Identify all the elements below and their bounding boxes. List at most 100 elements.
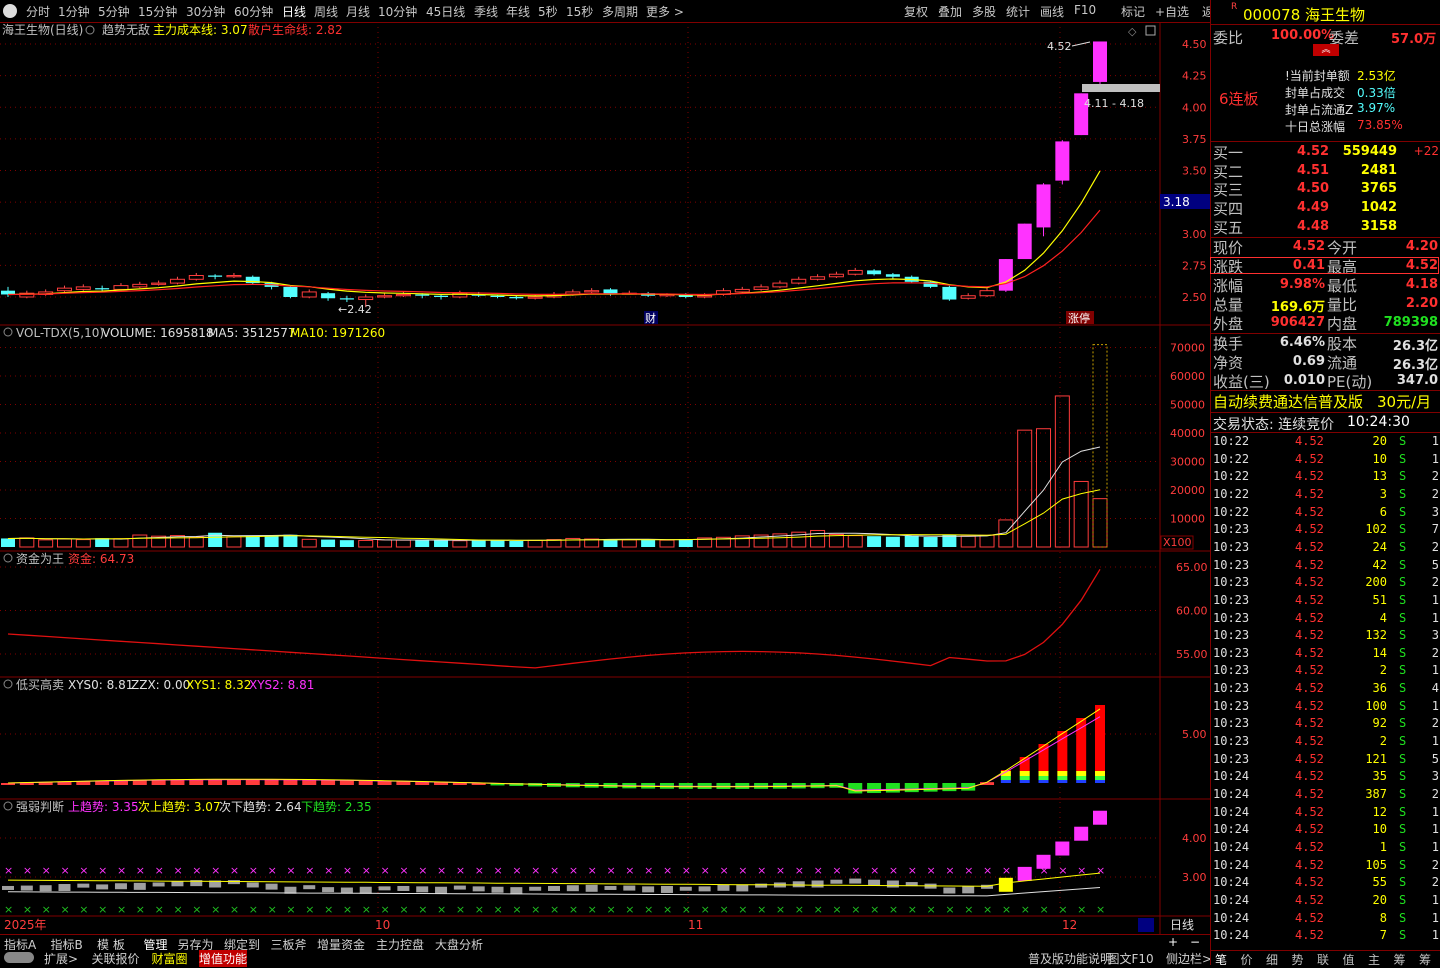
candle bbox=[395, 293, 411, 297]
tick-count: 1 bbox=[1431, 610, 1439, 625]
price-tick: 2.75 bbox=[1182, 259, 1207, 272]
qr-x-mark: × bbox=[268, 903, 277, 916]
tick-count: 2 bbox=[1431, 645, 1439, 660]
dm-dot-icon[interactable] bbox=[3, 679, 13, 689]
panel-toggle-icon[interactable] bbox=[1145, 25, 1156, 36]
tool-button[interactable]: 标记 bbox=[1121, 3, 1145, 20]
vol-dot-icon[interactable] bbox=[3, 327, 13, 337]
collapse-icon[interactable]: ︽ bbox=[1313, 44, 1339, 56]
side-tab[interactable]: 价 bbox=[1241, 951, 1253, 968]
period-tab[interactable]: 15秒 bbox=[566, 3, 593, 20]
qr-x-mark: × bbox=[531, 864, 540, 877]
period-tab[interactable]: 更多 > bbox=[646, 3, 684, 20]
divider bbox=[1211, 24, 1440, 25]
promo-row[interactable]: 自动续费通达信普及版 30元/月 bbox=[1211, 392, 1440, 411]
qr-block bbox=[698, 886, 711, 892]
period-tab[interactable]: 5秒 bbox=[538, 3, 558, 20]
vol-bar bbox=[415, 539, 430, 547]
limit-up-marker[interactable]: 涨停 bbox=[1068, 311, 1090, 325]
extension-tab[interactable]: 扩展> bbox=[44, 950, 78, 967]
extension-tab[interactable]: 增值功能 bbox=[199, 950, 248, 967]
qr-x-mark: × bbox=[945, 903, 954, 916]
tick-row: 10:24 4.52 105 S 2 bbox=[1211, 857, 1440, 875]
period-tab[interactable]: 15分钟 bbox=[138, 3, 177, 20]
tick-row: 10:23 4.52 100 S 1 bbox=[1211, 698, 1440, 716]
side-tab[interactable]: 笔 bbox=[1215, 951, 1227, 968]
candle bbox=[791, 278, 807, 284]
scroll-handle[interactable] bbox=[1138, 918, 1154, 932]
extension-tab[interactable]: 财富圈 bbox=[152, 950, 188, 967]
qr-x-mark: × bbox=[42, 864, 51, 877]
indicator-dot-icon[interactable] bbox=[85, 25, 95, 35]
period-tab[interactable]: 月线 bbox=[346, 3, 370, 20]
bid-row: 买三 4.50 3765 bbox=[1211, 180, 1440, 199]
qr-x-mark: × bbox=[569, 903, 578, 916]
qr-block bbox=[20, 885, 33, 891]
side-tab[interactable]: 值 bbox=[1343, 951, 1355, 968]
qr-x-mark: × bbox=[738, 864, 747, 877]
tick-count: 1 bbox=[1431, 592, 1439, 607]
period-tab[interactable]: 日线 bbox=[282, 3, 306, 20]
qr-x-mark: × bbox=[795, 864, 804, 877]
period-tab[interactable]: 周线 bbox=[314, 3, 338, 20]
footer-link[interactable]: 普及版功能说明 bbox=[1028, 950, 1112, 967]
period-tab[interactable]: 年线 bbox=[506, 3, 530, 20]
dm-title: 低买高卖 bbox=[16, 677, 64, 692]
period-tab[interactable]: 60分钟 bbox=[234, 3, 273, 20]
dm-bar-seg bbox=[1019, 776, 1030, 780]
period-tab[interactable]: 30分钟 bbox=[186, 3, 225, 20]
tool-button[interactable]: 叠加 bbox=[938, 3, 962, 20]
finance-marker[interactable]: 财 bbox=[645, 311, 656, 325]
qr-x-mark: × bbox=[550, 903, 559, 916]
dm-bar-seg bbox=[1057, 780, 1068, 783]
qr-x-mark: × bbox=[1002, 903, 1011, 916]
app-menu-icon[interactable] bbox=[3, 4, 17, 18]
period-tab[interactable]: 5分钟 bbox=[98, 3, 130, 20]
period-tab[interactable]: 1分钟 bbox=[58, 3, 90, 20]
qr-x-mark: × bbox=[757, 864, 766, 877]
candle bbox=[301, 291, 317, 298]
tick-count: 3 bbox=[1431, 628, 1439, 643]
side-tab[interactable]: 筹 bbox=[1394, 951, 1406, 968]
diamond-icon[interactable]: ◇ bbox=[1128, 25, 1137, 38]
side-tab[interactable]: 细 bbox=[1266, 951, 1278, 968]
vol-bar bbox=[904, 535, 919, 547]
tick-count: 1 bbox=[1431, 892, 1439, 907]
price-tick: 3.75 bbox=[1182, 133, 1207, 146]
qr-x-mark: × bbox=[795, 903, 804, 916]
tick-row: 10:23 4.52 2 S 1 bbox=[1211, 733, 1440, 751]
tick-row: 10:22 4.52 6 S 3 bbox=[1211, 504, 1440, 522]
chart-area[interactable]: 4.504.254.003.753.503.253.002.752.50海王生物… bbox=[0, 22, 1210, 934]
qr-block bbox=[1017, 866, 1032, 881]
qr-block bbox=[435, 886, 448, 894]
footer-link[interactable]: 图文F10 bbox=[1108, 950, 1154, 967]
qr-dot-icon[interactable] bbox=[3, 801, 13, 811]
remove-tab-button[interactable]: − bbox=[1190, 935, 1200, 949]
period-tab[interactable]: 分时 bbox=[26, 3, 50, 20]
side-tab[interactable]: 势 bbox=[1292, 951, 1304, 968]
period-tab[interactable]: 45日线 bbox=[426, 3, 465, 20]
tool-button[interactable]: F10 bbox=[1074, 3, 1096, 17]
side-tab[interactable]: 筹 bbox=[1419, 951, 1431, 968]
side-tab[interactable]: 联 bbox=[1317, 951, 1329, 968]
tool-button[interactable]: +自选 bbox=[1155, 3, 1189, 20]
qr-block bbox=[58, 884, 71, 892]
qr-x-mark: × bbox=[305, 903, 314, 916]
side-tab[interactable]: 主 bbox=[1368, 951, 1380, 968]
toggle-switch-icon[interactable] bbox=[4, 952, 34, 963]
period-tab[interactable]: 季线 bbox=[474, 3, 498, 20]
tool-button[interactable]: 多股 bbox=[972, 3, 996, 20]
candle bbox=[998, 259, 1013, 291]
add-tab-button[interactable]: + bbox=[1168, 935, 1178, 949]
qr-x-mark: × bbox=[399, 903, 408, 916]
tool-button[interactable]: 统计 bbox=[1006, 3, 1030, 20]
qr-x-mark: × bbox=[173, 864, 182, 877]
tick-row: 10:23 4.52 14 S 2 bbox=[1211, 645, 1440, 663]
fund-dot-icon[interactable] bbox=[3, 553, 13, 563]
period-tab[interactable]: 10分钟 bbox=[378, 3, 417, 20]
tool-button[interactable]: 画线 bbox=[1040, 3, 1064, 20]
extension-tab[interactable]: 关联报价 bbox=[92, 950, 140, 967]
extension-tabs: 扩展> 关联报价 财富圈 增值功能 普及版功能说明 图文F10 侧边栏>> bbox=[0, 950, 1222, 967]
tool-button[interactable]: 复权 bbox=[904, 3, 928, 20]
period-tab[interactable]: 多周期 bbox=[602, 3, 638, 20]
